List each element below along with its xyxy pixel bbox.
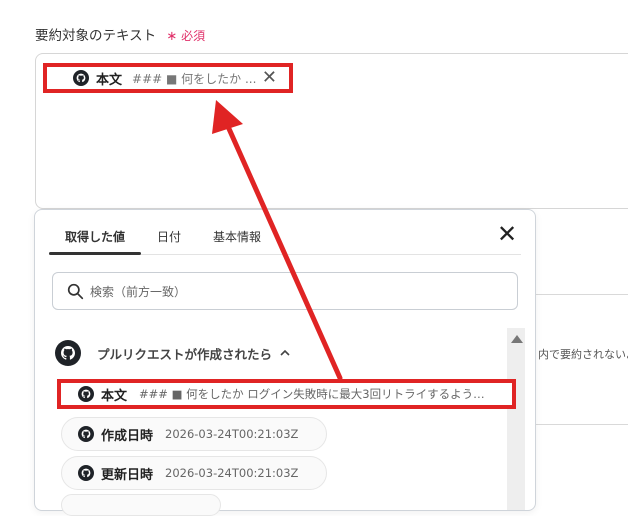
annotation-arrow-icon <box>212 100 343 381</box>
